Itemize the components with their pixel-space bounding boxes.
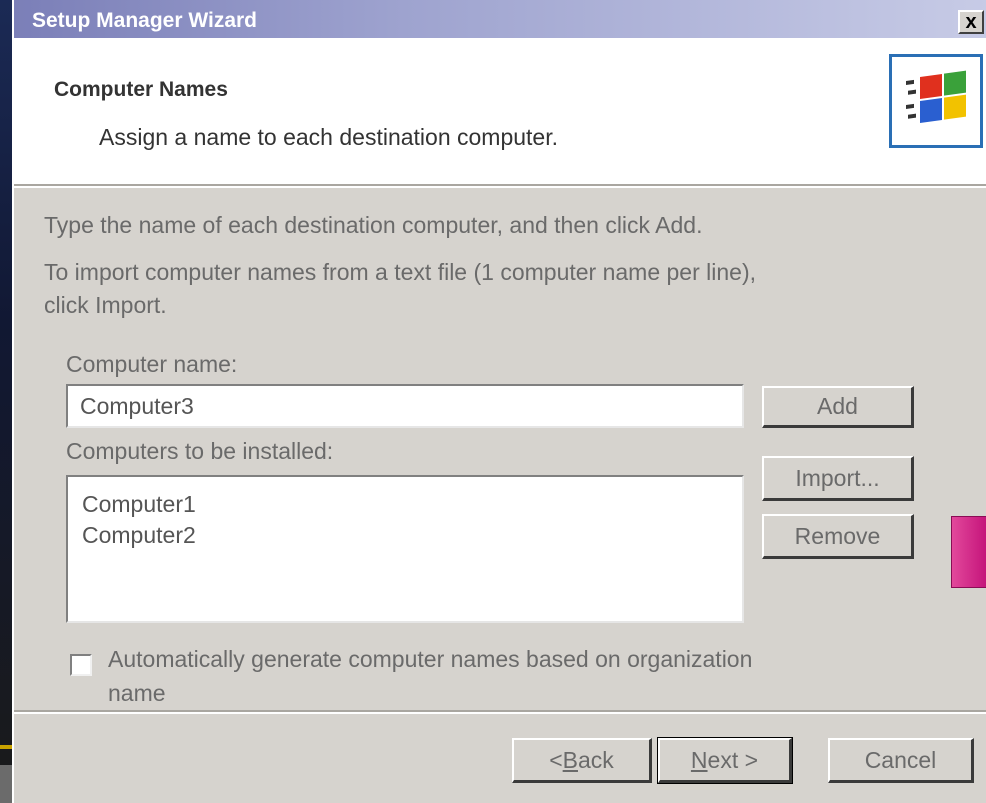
list-item[interactable]: Computer1 [82,489,728,520]
auto-generate-checkbox[interactable] [70,654,92,676]
back-button-prefix: < [549,746,563,773]
header-divider-highlight [14,186,986,188]
auto-generate-label-line1: Automatically generate computer names ba… [108,646,753,672]
back-button-mnemonic: B [562,746,578,773]
desktop-taskbar-edge [0,765,12,803]
desktop-background [0,0,12,803]
setup-manager-dialog: Setup Manager Wizard x Computer Names As… [12,0,986,803]
list-item[interactable]: Computer2 [82,520,728,551]
desktop-accent-bar [0,745,12,749]
wizard-header: Computer Names Assign a name to each des… [14,38,986,184]
back-button[interactable]: <Back [512,738,652,783]
auto-generate-label[interactable]: Automatically generate computer names ba… [108,642,908,710]
instruction-text-import: To import computer names from a text fil… [44,259,757,285]
close-icon: x [965,11,977,33]
computers-listbox[interactable]: Computer1 Computer2 [66,475,744,623]
computers-list-label: Computers to be installed: [66,438,334,464]
computer-name-input[interactable] [66,384,744,428]
window-title: Setup Manager Wizard [32,9,258,32]
side-tab-handle[interactable] [951,516,986,588]
instruction-text-add: Type the name of each destination comput… [44,212,703,238]
instruction-text-import-cont: click Import. [44,292,167,318]
windows-flag-graphic [892,57,980,145]
page-subtitle: Assign a name to each destination comput… [99,124,559,150]
windows-flag-icon [889,54,983,148]
import-button[interactable]: Import... [762,456,914,501]
page-title: Computer Names [54,78,228,101]
computer-name-label: Computer name: [66,351,238,377]
next-button[interactable]: Next > [657,737,793,784]
add-button[interactable]: Add [762,386,914,428]
title-bar[interactable]: Setup Manager Wizard x [14,0,986,38]
next-button-rest: ext > [707,746,759,773]
auto-generate-label-line2: name [108,680,166,706]
footer-divider-highlight [14,712,986,714]
remove-button[interactable]: Remove [762,514,914,559]
close-button[interactable]: x [958,10,984,34]
back-button-rest: ack [577,746,614,773]
cancel-button[interactable]: Cancel [828,738,974,783]
next-button-mnemonic: N [690,746,708,773]
